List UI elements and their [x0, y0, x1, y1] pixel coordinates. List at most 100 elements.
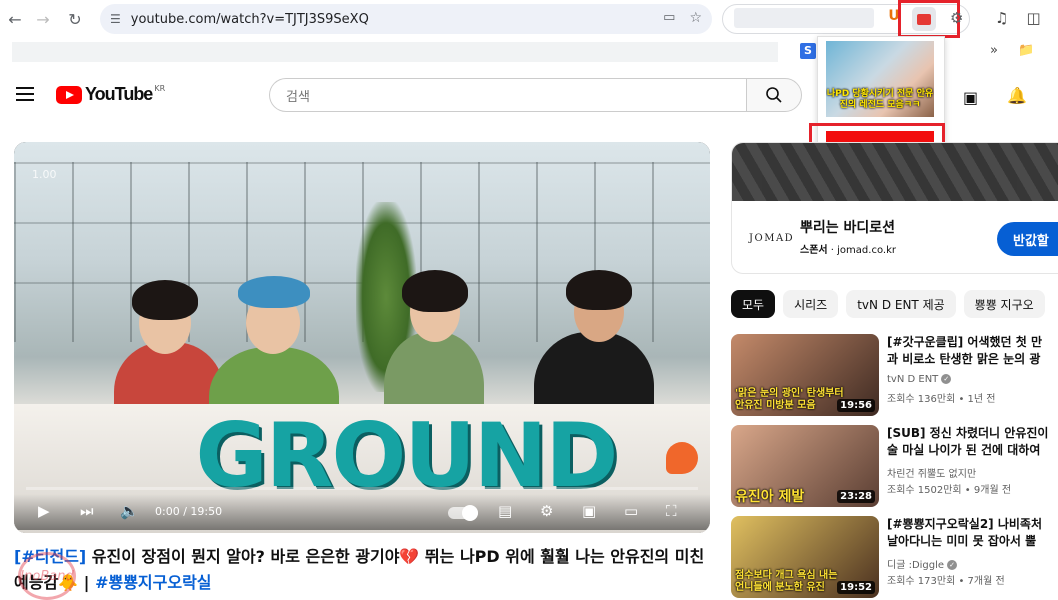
rec-thumbnail[interactable]: '맑은 눈의 광인' 탄생부터 안유진 미방분 모음 19:56 — [731, 334, 879, 416]
recommendation-item[interactable]: 유진아 제발 23:28 [SUB] 정신 차렸더니 안유진이 술 마실 나이가… — [731, 425, 1058, 507]
install-icon[interactable]: ▭ — [663, 10, 675, 26]
volume-icon[interactable]: 🔈 — [120, 502, 139, 520]
channel-d-logo-icon — [666, 442, 698, 474]
time-display: 0:00 / 19:50 — [155, 505, 223, 518]
image-downloader-extension-icon[interactable] — [912, 7, 936, 31]
next-icon[interactable]: ⏭ — [80, 502, 94, 520]
reload-icon[interactable]: ↻ — [60, 4, 90, 34]
watermark-text: InoBand — [20, 568, 74, 584]
bookmark-star-icon[interactable]: ☆ — [689, 10, 702, 26]
youtube-play-logo-icon — [56, 85, 82, 104]
rec-channel[interactable]: 디글 :Diggle ✓ — [887, 556, 958, 571]
site-info-icon[interactable]: ☰ — [110, 12, 121, 26]
recommendation-item[interactable]: 점수보다 개그 욕심 내는 언니들에 분노한 유진 19:52 [#뿅뿅지구오락… — [731, 516, 1058, 598]
create-video-icon[interactable]: ▣ — [963, 88, 978, 107]
chip-all[interactable]: 모두 — [731, 290, 776, 318]
search-placeholder: 검색 — [286, 89, 310, 105]
rec-thumbnail[interactable]: 유진아 제발 23:28 — [731, 425, 879, 507]
rec-thumb-caption: 점수보다 개그 욕심 내는 언니들에 분노한 유진 — [735, 570, 838, 593]
side-panel-icon[interactable]: ◫ — [1026, 9, 1040, 27]
bookmarks-blurred — [12, 42, 778, 62]
rec-meta: 조회수 173만회 • 7개월 전 — [887, 576, 1005, 587]
rec-title-line-1: [SUB] 정신 차렸더니 안유진이 — [887, 426, 1049, 440]
address-bar[interactable]: ☰ youtube.com/watch?v=TJTJ3S9SeXQ ▭ ☆ — [100, 4, 712, 34]
video-frame: GROUND — [14, 142, 710, 533]
youtube-logo[interactable]: YouTube KR — [56, 84, 165, 105]
search-input[interactable]: 검색 — [269, 78, 746, 112]
recommendation-item[interactable]: '맑은 눈의 광인' 탄생부터 안유진 미방분 모음 19:56 [#갓구운클립… — [731, 334, 1058, 416]
search-icon — [766, 87, 782, 103]
rec-duration: 19:56 — [837, 399, 875, 412]
rec-title: [SUB] 정신 차렸더니 안유진이 술 마실 나이가 된 건에 대하여 — [887, 425, 1058, 459]
back-icon[interactable]: ← — [0, 4, 30, 34]
person-3-hair — [402, 270, 468, 312]
video-player[interactable]: GROUND 1.00 ▶ ⏭ 🔈 0:00 / 19:50 ▤ ⚙ ▣ ▭ ⛶ — [14, 142, 710, 533]
rec-channel-name: 디글 :Diggle — [887, 560, 945, 571]
rec-title-line-2: 술 마실 나이가 된 건에 대하여 — [887, 443, 1041, 457]
rec-channel[interactable]: tvN D ENT ✓ — [887, 374, 952, 385]
bookmarks-more-icon[interactable]: » — [990, 43, 998, 58]
rec-thumb-caption: 유진아 제발 — [735, 489, 805, 505]
settings-gear-icon[interactable]: ⚙ — [540, 502, 553, 520]
rec-duration: 19:52 — [837, 581, 875, 594]
sponsor-domain: jomad.co.kr — [837, 245, 896, 256]
extensions-blurred — [734, 8, 874, 28]
watermark-logo: InoBand — [18, 552, 76, 600]
ad-cta-button[interactable]: 반값할 — [997, 222, 1058, 256]
playback-speed-label: 1.00 — [32, 168, 57, 181]
title-hashtag-2[interactable]: #뿅뿅지구오락실 — [95, 573, 211, 592]
rec-title: [#뿅뿅지구오락실2] 나비족처 날아다니는 미미 못 잡아서 뿔 — [887, 516, 1058, 550]
fullscreen-icon[interactable]: ⛶ — [666, 502, 677, 520]
rec-channel-name: 차린건 쥐뿔도 없지만 — [887, 469, 977, 480]
rec-channel[interactable]: 차린건 쥐뿔도 없지만 — [887, 465, 976, 480]
sponsor-label: 스폰서 — [800, 245, 828, 256]
rec-title-line-1: [#뿅뿅지구오락실2] 나비족처 — [887, 517, 1042, 531]
person-1-hair — [132, 280, 198, 320]
region-label: KR — [154, 84, 166, 93]
rec-thumb-caption: '맑은 눈의 광인' 탄생부터 안유진 미방분 모음 — [735, 388, 844, 411]
rec-title-line-2: 과 비로소 탄생한 맑은 눈의 광 — [887, 352, 1041, 366]
player-controls: ▶ ⏭ 🔈 0:00 / 19:50 ▤ ⚙ ▣ ▭ ⛶ — [14, 494, 710, 530]
rec-thumbnail[interactable]: 점수보다 개그 욕심 내는 언니들에 분노한 유진 19:52 — [731, 516, 879, 598]
play-icon[interactable]: ▶ — [38, 502, 50, 520]
chip-channel[interactable]: tvN D ENT 제공 — [846, 290, 956, 318]
person-2-hat — [238, 276, 310, 308]
rec-duration: 23:28 — [837, 490, 875, 503]
hamburger-menu-icon[interactable] — [16, 87, 34, 101]
search-button[interactable] — [746, 78, 802, 112]
rec-title: [#갓구운클립] 어색했던 첫 만 과 비로소 탄생한 맑은 눈의 광 — [887, 334, 1058, 368]
url-text: youtube.com/watch?v=TJTJ3S9SeXQ — [130, 11, 369, 27]
browser-toolbar: ← → ↻ ☰ youtube.com/watch?v=TJTJ3S9SeXQ … — [0, 0, 1058, 38]
person-4-hair — [566, 270, 632, 310]
verified-check-icon: ✓ — [947, 560, 958, 570]
popup-video-thumbnail[interactable]: 나PD 당황시키기 전문 안유진의 레전드 모음ㅋㅋ — [826, 41, 934, 117]
theater-mode-icon[interactable]: ▭ — [624, 502, 638, 520]
video-title: [#티전드] 유진이 장점이 뭔지 알아? 바로 은은한 광기야💔 뛰는 나PD… — [14, 544, 714, 596]
ad-title: 뿌리는 바디로션 — [800, 220, 896, 236]
rec-meta: 조회수 1502만회 • 9개월 전 — [887, 485, 1012, 496]
miniplayer-icon[interactable]: ▣ — [582, 502, 596, 520]
ad-logo: JOMAD — [749, 233, 795, 244]
extensions-puzzle-icon[interactable]: ⚙ — [950, 9, 963, 27]
progress-bar[interactable] — [26, 487, 698, 490]
filter-chips: 모두 시리즈 tvN D ENT 제공 뿅뿅 지구오 — [731, 290, 1045, 318]
notifications-bell-icon[interactable]: 🔔 — [1007, 86, 1027, 105]
ad-banner-image — [732, 143, 1058, 201]
chip-series[interactable]: 시리즈 — [783, 290, 839, 318]
rec-title-line-1: [#갓구운클립] 어색했던 첫 만 — [887, 335, 1042, 349]
chip-show[interactable]: 뿅뿅 지구오 — [963, 290, 1045, 318]
rec-meta: 조회수 136만회 • 1년 전 — [887, 394, 996, 405]
folder-icon[interactable]: 📁 — [1018, 43, 1034, 58]
logo-text: YouTube — [85, 84, 153, 104]
rec-title-line-2: 날아다니는 미미 못 잡아서 뿔 — [887, 534, 1037, 548]
ad-card[interactable]: JOMAD 뿌리는 바디로션 스폰서 · jomad.co.kr 반값할 — [731, 142, 1058, 274]
forward-icon[interactable]: → — [28, 4, 58, 34]
bookmark-s-icon[interactable]: S — [800, 43, 816, 59]
autoplay-toggle[interactable] — [448, 505, 478, 521]
verified-check-icon: ✓ — [941, 374, 952, 384]
media-control-icon[interactable]: ♫ — [995, 9, 1008, 27]
ground-overlay-text: GROUND — [195, 404, 619, 507]
rec-channel-name: tvN D ENT — [887, 374, 939, 385]
popup-thumb-caption: 나PD 당황시키기 전문 안유진의 레전드 모음ㅋㅋ — [826, 89, 934, 110]
subtitles-icon[interactable]: ▤ — [498, 502, 512, 520]
